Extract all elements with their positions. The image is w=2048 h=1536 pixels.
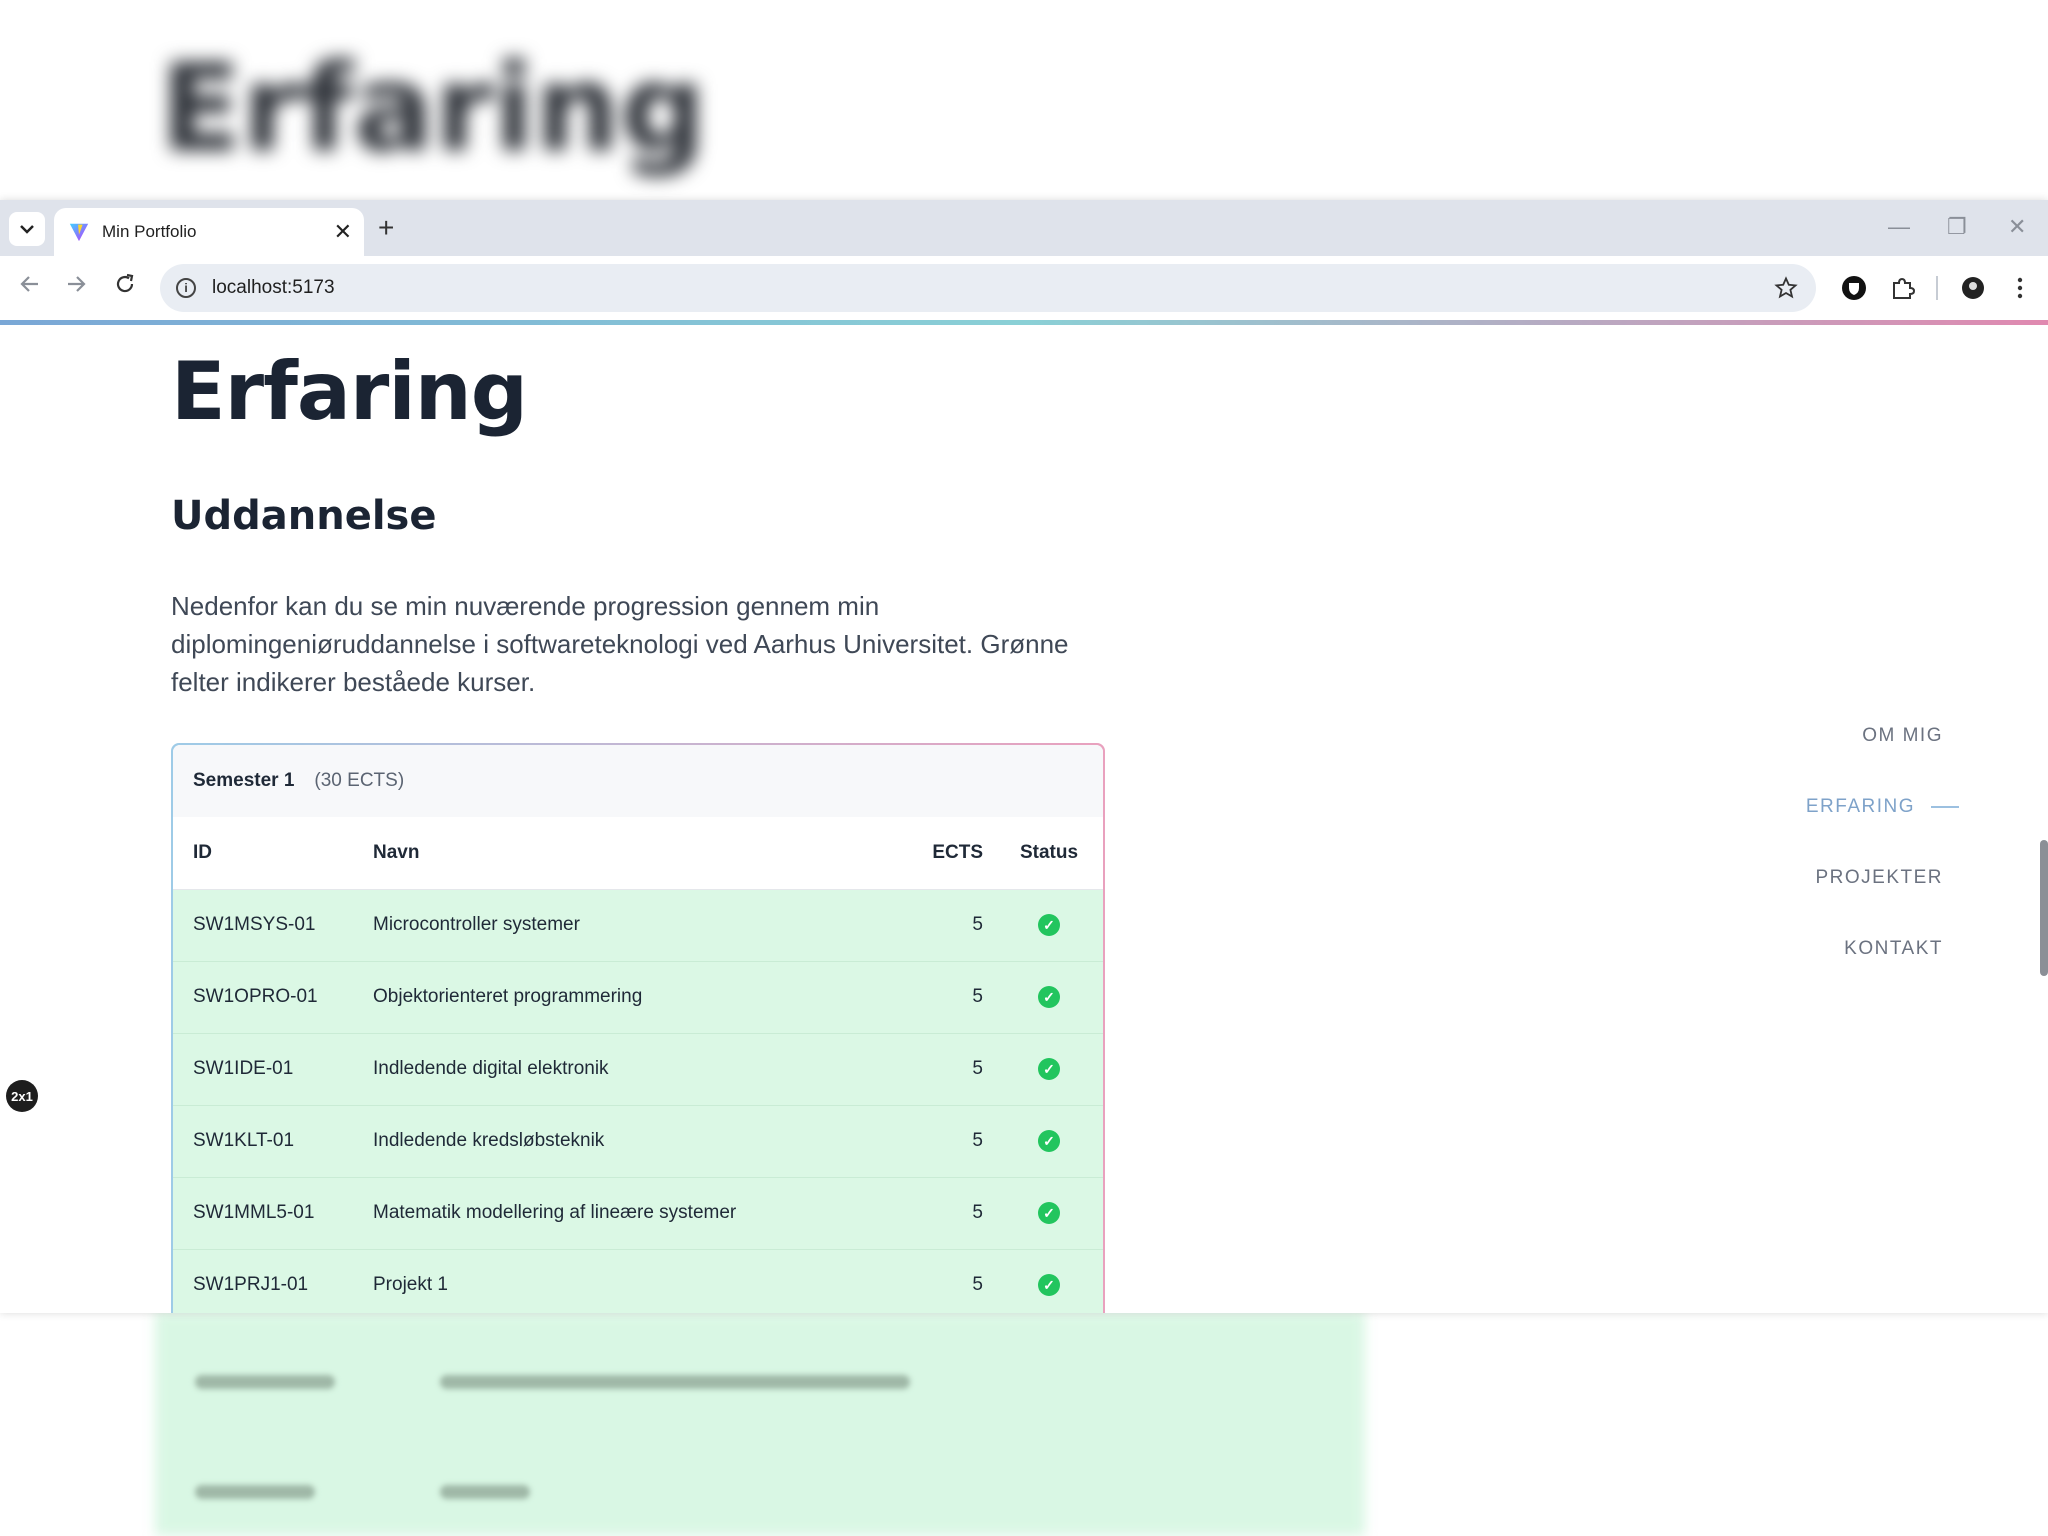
address-bar[interactable]: i localhost:5173 [160,264,1816,312]
page-content: Erfaring Uddannelse Nedenfor kan du se m… [0,325,2048,1313]
section-title: Uddannelse [171,493,437,539]
nav-label: PROJEKTER [1815,866,1943,888]
more-menu-icon[interactable] [2006,274,2034,302]
bookmark-star-icon[interactable] [1774,276,1798,300]
check-circle-icon: ✓ [1038,1130,1060,1152]
nav-link-projekter[interactable]: PROJEKTER [1806,842,1943,913]
background-blurred-table [155,1312,1365,1536]
check-circle-icon: ✓ [1038,986,1060,1008]
course-ects: 5 [915,889,995,962]
background-blurred-title: Erfaring [160,40,706,179]
extension-shield-icon[interactable] [1840,274,1868,302]
course-status: ✓ [995,1249,1103,1313]
close-window-button[interactable]: ✕ [2008,214,2026,240]
check-circle-icon: ✓ [1038,1202,1060,1224]
course-table: ID Navn ECTS Status SW1MSYS-01 Microcont… [173,817,1103,1313]
course-name: Indledende digital elektronik [373,1033,915,1106]
course-id: SW1IDE-01 [173,1033,373,1106]
tab-search-button[interactable] [9,212,45,246]
course-name: Microcontroller systemer [373,889,915,962]
nav-label: ERFARING [1805,795,1915,817]
course-status: ✓ [995,1177,1103,1250]
nav-label: KONTAKT [1844,937,1943,959]
course-id: SW1OPRO-01 [173,961,373,1034]
extensions-puzzle-icon[interactable] [1888,274,1916,302]
nav-label: OM MIG [1862,724,1943,746]
background-blurred-row [195,1375,335,1389]
close-tab-icon[interactable]: ✕ [334,221,352,243]
page-scrollbar-thumb[interactable] [2040,840,2048,976]
profile-avatar-icon[interactable] [1959,274,1987,302]
restore-button[interactable]: ❐ [1947,214,1967,240]
course-status: ✓ [995,1033,1103,1106]
table-header-row: ID Navn ECTS Status [173,817,1103,890]
tab-min-portfolio[interactable]: Min Portfolio ✕ [54,208,364,256]
vite-favicon-icon [69,223,89,242]
course-name: Objektorienteret programmering [373,961,915,1034]
minimize-button[interactable]: — [1888,214,1910,240]
browser-window: Min Portfolio ✕ + — ❐ ✕ i localhost:5173… [0,200,2048,1313]
page-title: Erfaring [171,345,528,438]
course-ects: 5 [915,961,995,1034]
course-name: Projekt 1 [373,1249,915,1313]
table-row: SW1IDE-01 Indledende digital elektronik … [173,1033,1103,1106]
table-row: SW1PRJ1-01 Projekt 1 5 ✓ [173,1249,1103,1313]
course-ects: 5 [915,1249,995,1313]
back-icon[interactable] [18,272,42,296]
course-status: ✓ [995,961,1103,1034]
chevron-down-icon [20,225,34,234]
url-text[interactable]: localhost:5173 [212,277,1774,299]
column-header-ects: ECTS [915,817,995,890]
column-header-name: Navn [373,817,915,890]
tab-title: Min Portfolio [102,222,197,241]
site-info-icon[interactable]: i [176,278,196,298]
active-indicator [1931,805,1959,808]
semester-ects: (30 ECTS) [314,770,405,791]
forward-icon[interactable] [64,272,88,296]
course-name: Indledende kredsløbsteknik [373,1105,915,1178]
course-id: SW1MML5-01 [173,1177,373,1250]
column-header-status: Status [995,817,1103,890]
course-status: ✓ [995,889,1103,962]
nav-link-om-mig[interactable]: OM MIG [1806,700,1943,771]
check-circle-icon: ✓ [1038,914,1060,936]
course-ects: 5 [915,1177,995,1250]
nav-link-kontakt[interactable]: KONTAKT [1806,913,1943,984]
nav-link-erfaring[interactable]: ERFARING [1805,771,1959,842]
intro-paragraph: Nedenfor kan du se min nuværende progres… [171,591,1069,697]
reload-icon[interactable] [113,272,137,296]
course-id: SW1KLT-01 [173,1105,373,1178]
course-id: SW1PRJ1-01 [173,1249,373,1313]
course-status: ✓ [995,1105,1103,1178]
background-blurred-row [440,1375,910,1389]
semester-header: Semester 1 (30 ECTS) [173,745,1103,817]
semester-card: Semester 1 (30 ECTS) ID Navn ECTS Status [171,743,1105,1313]
semester-name: Semester 1 [193,770,295,791]
check-circle-icon: ✓ [1038,1058,1060,1080]
table-row: SW1MSYS-01 Microcontroller systemer 5 ✓ [173,889,1103,962]
tab-bar: Min Portfolio ✕ + — ❐ ✕ [0,200,2048,256]
table-row: SW1OPRO-01 Objektorienteret programmerin… [173,961,1103,1034]
overlay-badge: 2x1 [6,1080,38,1112]
course-ects: 5 [915,1105,995,1178]
check-circle-icon: ✓ [1038,1274,1060,1296]
column-header-id: ID [173,817,373,890]
course-ects: 5 [915,1033,995,1106]
background-blurred-row [440,1485,530,1499]
browser-toolbar: i localhost:5173 [0,256,2048,320]
table-row: SW1MML5-01 Matematik modellering af line… [173,1177,1103,1250]
background-blurred-row [195,1485,315,1499]
course-id: SW1MSYS-01 [173,889,373,962]
toolbar-separator [1936,276,1938,300]
new-tab-button[interactable]: + [378,214,394,242]
table-row: SW1KLT-01 Indledende kredsløbsteknik 5 ✓ [173,1105,1103,1178]
course-name: Matematik modellering af lineære systeme… [373,1177,915,1250]
section-nav: OM MIG ERFARING PROJEKTER KONTAKT [1805,700,1959,984]
